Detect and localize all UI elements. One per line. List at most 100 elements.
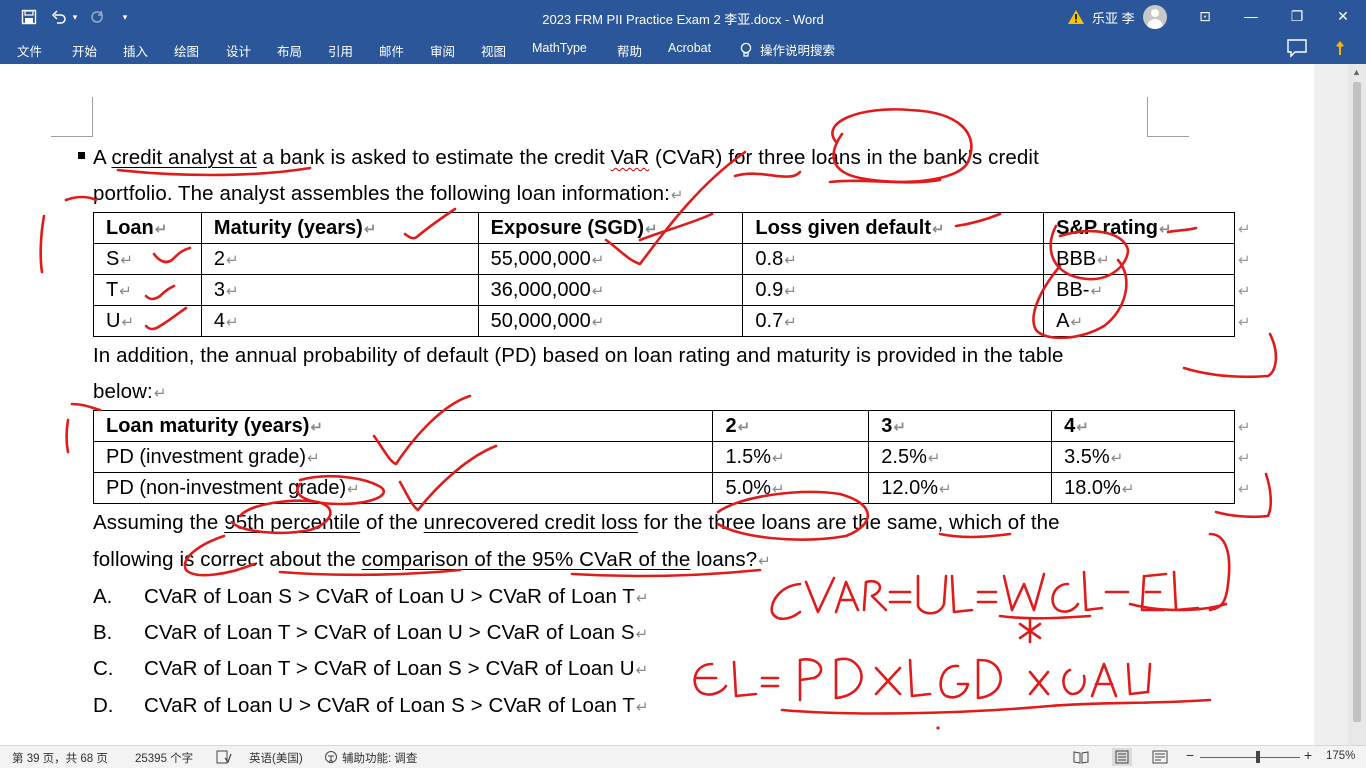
word-count[interactable]: 25395 个字 — [135, 750, 193, 766]
accessibility-icon[interactable] — [323, 750, 339, 767]
tab-draw[interactable]: 绘图 — [174, 41, 199, 60]
row-end-mark: ↵ — [1238, 314, 1251, 331]
scrollbar-thumb[interactable] — [1353, 82, 1361, 722]
table-cell: 3.5%↵ — [1051, 441, 1235, 473]
question-text-g: comparison of the 95% CVaR of the — [361, 548, 691, 571]
table-cell: U↵ — [93, 305, 202, 337]
option-b-letter: B. — [93, 621, 113, 644]
tab-design[interactable]: 设计 — [226, 41, 251, 60]
question-line-2: following is correct about the compariso… — [93, 548, 771, 572]
minimize-button[interactable]: — — [1228, 0, 1274, 32]
print-layout-icon[interactable] — [1112, 748, 1132, 766]
table-cell: BB-↵ — [1043, 274, 1235, 306]
user-name[interactable]: 乐亚 李 — [1092, 8, 1135, 27]
loan-table: Loan↵ Maturity (years)↵ Exposure (SGD)↵ … — [93, 212, 1235, 337]
option-b[interactable]: CVaR of Loan T > CVaR of Loan U > CVaR o… — [144, 621, 648, 645]
table-cell: 50,000,000↵ — [477, 305, 744, 337]
proofing-icon[interactable] — [216, 750, 232, 767]
document-page[interactable]: A credit analyst at a bank is asked to e… — [0, 64, 1314, 745]
question-line-1: Assuming the 95th percentile of the unre… — [93, 511, 1060, 535]
table-header-cell: Exposure (SGD)↵ — [477, 212, 744, 244]
restore-button[interactable]: ❐ — [1274, 0, 1320, 32]
tab-mathtype[interactable]: MathType — [532, 41, 587, 55]
tell-me-search[interactable]: 操作说明搜索 — [740, 40, 835, 59]
vertical-scrollbar[interactable]: ▲ — [1348, 64, 1366, 745]
option-d-letter: D. — [93, 694, 114, 717]
warning-icon[interactable] — [1068, 10, 1084, 24]
intro-text-2: portfolio. The analyst assembles the fol… — [93, 182, 670, 205]
tab-mailings[interactable]: 邮件 — [379, 41, 404, 60]
bullet-icon — [78, 152, 85, 159]
margin-corner-right — [1147, 97, 1189, 137]
tab-help[interactable]: 帮助 — [617, 41, 642, 60]
lightbulb-icon — [740, 42, 752, 58]
zoom-slider-thumb[interactable] — [1256, 751, 1260, 763]
table-row: U↵ 4↵ 50,000,000↵ 0.7↵ A↵ — [93, 305, 1235, 337]
tab-view[interactable]: 视图 — [481, 41, 506, 60]
tell-me-label: 操作说明搜索 — [760, 44, 836, 58]
option-a[interactable]: CVaR of Loan S > CVaR of Loan U > CVaR o… — [144, 585, 649, 609]
row-end-mark: ↵ — [1238, 221, 1251, 238]
table-cell: T↵ — [93, 274, 202, 306]
tab-insert[interactable]: 插入 — [123, 41, 148, 60]
question-text-h: loans? — [690, 548, 758, 571]
web-layout-icon[interactable] — [1152, 750, 1168, 767]
mid-line-2: below:↵ — [93, 380, 167, 404]
tab-home[interactable]: 开始 — [72, 41, 97, 60]
intro-text-d: VaR — [610, 146, 650, 169]
table-row: PD (investment grade)↵ 1.5%↵ 2.5%↵ 3.5%↵ — [92, 441, 1235, 473]
language[interactable]: 英语(美国) — [249, 750, 303, 766]
table-row: PD (non-investment grade)↵ 5.0%↵ 12.0%↵ … — [92, 472, 1235, 504]
table-cell: 12.0%↵ — [868, 472, 1053, 504]
status-bar: 第 39 页，共 68 页 25395 个字 英语(美国) 辅助功能: 调查 −… — [0, 745, 1366, 768]
title-bar: ▾ ▾ 2023 FRM PII Practice Exam 2 李亚.docx… — [0, 0, 1366, 34]
paragraph-mark: ↵ — [670, 187, 684, 204]
zoom-out-button[interactable]: − — [1186, 747, 1194, 763]
table-header-cell: 3↵ — [868, 410, 1053, 442]
question-text-d: unrecovered credit loss — [423, 511, 638, 534]
accessibility-status[interactable]: 辅助功能: 调查 — [342, 750, 417, 766]
zoom-in-button[interactable]: + — [1304, 747, 1312, 763]
table-cell: BBB↵ — [1043, 243, 1235, 275]
zoom-slider-track[interactable] — [1200, 757, 1300, 758]
comments-icon[interactable] — [1286, 38, 1308, 58]
tab-review[interactable]: 审阅 — [430, 41, 455, 60]
read-mode-icon[interactable] — [1073, 750, 1089, 767]
avatar[interactable] — [1142, 5, 1167, 29]
close-button[interactable]: ✕ — [1320, 0, 1366, 32]
tab-references[interactable]: 引用 — [328, 41, 353, 60]
option-c[interactable]: CVaR of Loan T > CVaR of Loan S > CVaR o… — [144, 657, 648, 681]
intro-line-1: A credit analyst at a bank is asked to e… — [93, 146, 1039, 170]
row-end-mark: ↵ — [1238, 283, 1251, 300]
undo-icon[interactable] — [48, 6, 70, 28]
undo-dropdown-icon[interactable]: ▾ — [70, 6, 80, 28]
mid-line-1: In addition, the annual probability of d… — [93, 344, 1064, 368]
table-header-cell: Maturity (years)↵ — [200, 212, 479, 244]
ribbon-tabs: 文件 开始 插入 绘图 设计 布局 引用 邮件 审阅 视图 MathType 帮… — [0, 34, 1366, 64]
page-count[interactable]: 第 39 页，共 68 页 — [12, 750, 108, 766]
table-header-cell: S&P rating↵ — [1043, 212, 1235, 244]
save-icon[interactable] — [18, 6, 40, 28]
mid-text-1: In addition, the annual probability of d… — [93, 344, 1064, 367]
table-header-cell: Loss given default↵ — [742, 212, 1045, 244]
option-d[interactable]: CVaR of Loan U > CVaR of Loan S > CVaR o… — [144, 694, 649, 718]
row-end-mark: ↵ — [1238, 450, 1251, 467]
scroll-up-icon[interactable]: ▲ — [1352, 67, 1361, 77]
customize-qat-icon[interactable]: ▾ — [118, 6, 132, 28]
table-header-row: Loan↵ Maturity (years)↵ Exposure (SGD)↵ … — [93, 212, 1235, 244]
option-c-letter: C. — [93, 657, 114, 680]
tab-file[interactable]: 文件 — [17, 41, 42, 60]
question-text-c: of the — [360, 511, 424, 534]
ribbon-display-options-button[interactable]: ⊡ — [1182, 0, 1228, 32]
tab-acrobat[interactable]: Acrobat — [668, 41, 711, 55]
table-header-cell: 2↵ — [712, 410, 870, 442]
user-area[interactable]: 乐亚 李 — [1068, 5, 1167, 29]
redo-icon[interactable] — [86, 6, 108, 28]
pin-icon[interactable] — [1334, 40, 1350, 58]
tab-layout[interactable]: 布局 — [277, 41, 302, 60]
margin-corner-left — [51, 97, 93, 137]
question-text-b: 95th percentile — [224, 511, 361, 534]
document-area[interactable]: A credit analyst at a bank is asked to e… — [0, 64, 1366, 745]
zoom-level[interactable]: 175% — [1326, 750, 1355, 762]
question-text-e: for the three loans are the same, which … — [637, 511, 1060, 534]
